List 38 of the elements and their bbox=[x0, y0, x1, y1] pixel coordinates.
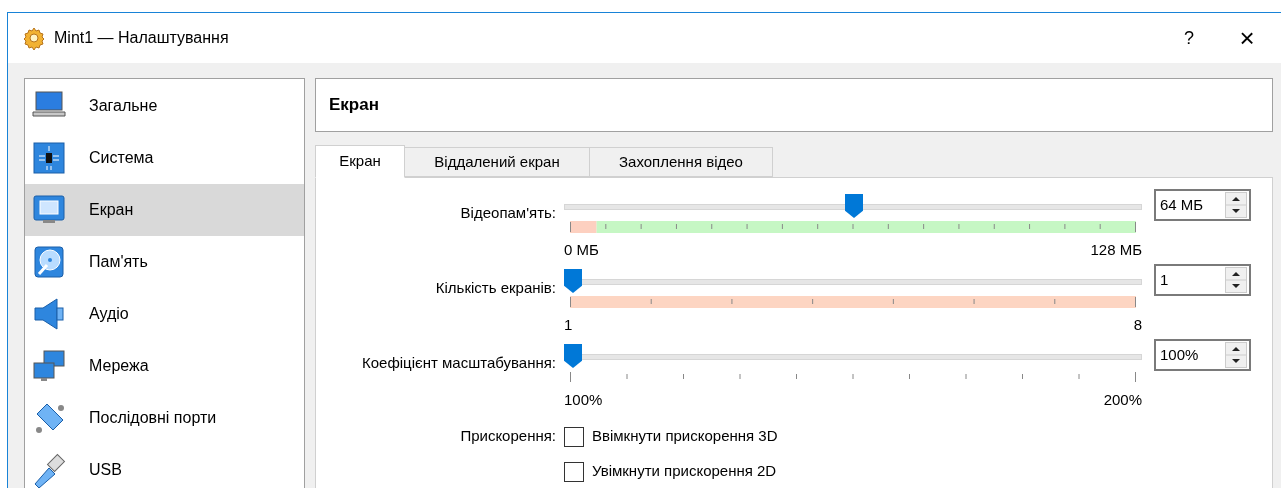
checkbox[interactable] bbox=[564, 461, 584, 482]
spin-arrows-icon[interactable] bbox=[1225, 192, 1247, 218]
spin-box[interactable]: 1 bbox=[1154, 264, 1251, 296]
spin-box[interactable]: 100% bbox=[1154, 339, 1251, 371]
min-label: 1 bbox=[564, 315, 573, 335]
network-icon bbox=[31, 348, 67, 384]
slider-label: Кількість екранів: bbox=[434, 278, 557, 298]
section-label: Прискорення: bbox=[459, 426, 557, 447]
spin-arrows-icon[interactable] bbox=[1225, 267, 1247, 293]
chip-icon bbox=[31, 140, 67, 176]
page-title: Екран bbox=[329, 94, 379, 117]
checkbox[interactable] bbox=[564, 426, 584, 447]
checkbox-label: Увімкнути прискорення 2D bbox=[592, 461, 777, 482]
window-title: Mint1 — Налаштування bbox=[54, 28, 229, 48]
slider-thumb[interactable] bbox=[845, 194, 863, 218]
gear-icon bbox=[22, 26, 46, 50]
slider[interactable] bbox=[564, 344, 1142, 368]
tab[interactable]: Захоплення відео bbox=[590, 147, 773, 177]
slider-thumb[interactable] bbox=[564, 269, 582, 293]
tab[interactable]: Віддалений екран bbox=[405, 147, 590, 177]
slider[interactable] bbox=[564, 269, 1142, 293]
help-button[interactable]: ? bbox=[1169, 18, 1209, 58]
close-button[interactable]: × bbox=[1227, 18, 1267, 58]
slider-label: Коефіцієнт масштабування: bbox=[361, 353, 557, 373]
checkbox-label: Ввімкнути прискорення 3D bbox=[592, 426, 778, 447]
slider[interactable] bbox=[564, 194, 1142, 218]
min-label: 100% bbox=[564, 390, 603, 410]
min-label: 0 МБ bbox=[564, 240, 599, 260]
slider-thumb[interactable] bbox=[564, 344, 582, 368]
speaker-icon bbox=[31, 296, 67, 332]
max-label: 128 МБ bbox=[1090, 240, 1142, 260]
tab[interactable]: Екран bbox=[315, 145, 405, 178]
sidebar-item[interactable]: Екран bbox=[25, 184, 304, 236]
slider-label: Відеопам'ять: bbox=[459, 203, 557, 223]
spin-box[interactable]: 64 МБ bbox=[1154, 189, 1251, 221]
max-label: 200% bbox=[1103, 390, 1142, 410]
max-label: 8 bbox=[1133, 315, 1142, 335]
spin-arrows-icon[interactable] bbox=[1225, 342, 1247, 368]
